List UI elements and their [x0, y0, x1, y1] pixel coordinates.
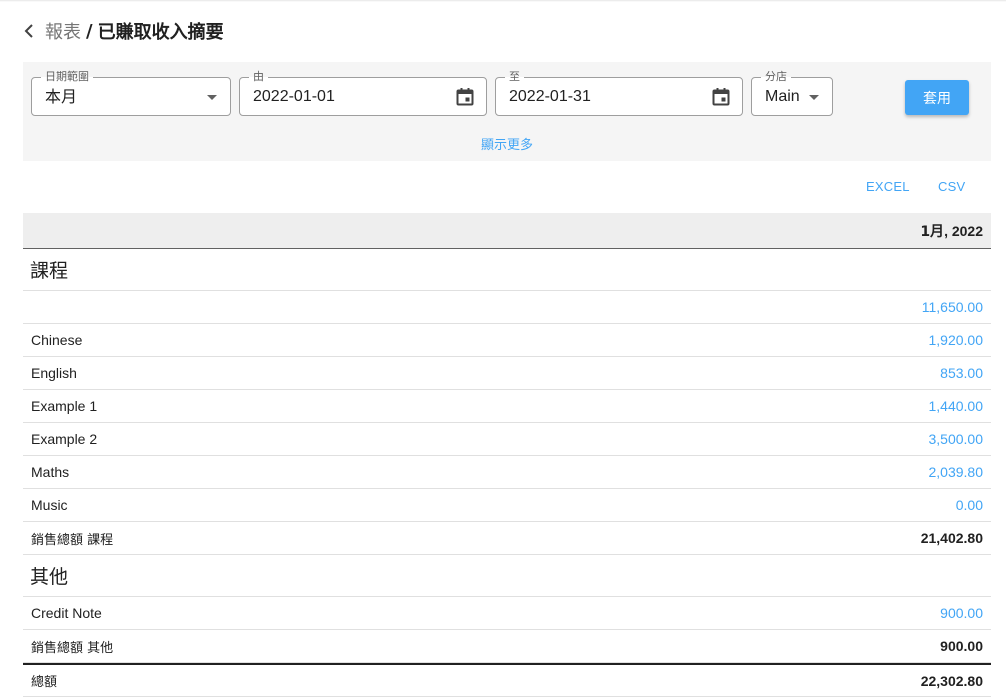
- from-date-value: 2022-01-01: [253, 88, 335, 105]
- date-range-value: 本月: [45, 87, 78, 106]
- table-row: English 853.00: [23, 357, 991, 390]
- to-date-field[interactable]: 至 2022-01-31: [495, 70, 743, 116]
- row-value-link[interactable]: 853.00: [940, 365, 983, 381]
- row-label: Maths: [31, 464, 70, 480]
- subtotal-row-courses: 銷售總額 課程 21,402.80: [23, 522, 991, 555]
- grand-total-value: 22,302.80: [920, 672, 983, 689]
- row-value-link[interactable]: 3,500.00: [929, 431, 984, 447]
- table-row: 11,650.00: [23, 291, 991, 324]
- date-range-label: 日期範圍: [41, 70, 93, 84]
- to-date-label: 至: [505, 70, 524, 84]
- row-label: Example 1: [31, 398, 98, 414]
- page-title: 已賺取收入摘要: [97, 22, 224, 43]
- column-header-month: 1月: [920, 223, 945, 240]
- table-row: Maths 2,039.80: [23, 456, 991, 489]
- table-row: Example 2 3,500.00: [23, 423, 991, 456]
- export-excel-button[interactable]: EXCEL: [866, 179, 910, 194]
- breadcrumb-parent-link[interactable]: 報表: [45, 18, 81, 44]
- breadcrumb-separator: /: [86, 20, 93, 42]
- date-range-select[interactable]: 日期範圍 本月: [31, 70, 231, 116]
- subtotal-row-other: 銷售總額 其他 900.00: [23, 630, 991, 663]
- to-date-value: 2022-01-31: [509, 88, 591, 105]
- grand-total-row: 總額 22,302.80: [23, 663, 991, 697]
- table-row: Example 1 1,440.00: [23, 390, 991, 423]
- calendar-icon[interactable]: [711, 87, 731, 107]
- branch-value: Main: [765, 88, 800, 105]
- top-shadow: [0, 0, 1006, 2]
- apply-button[interactable]: 套用: [905, 80, 969, 115]
- row-value-link[interactable]: 1,920.00: [929, 332, 984, 348]
- back-button[interactable]: [22, 21, 36, 41]
- row-value-link[interactable]: 2,039.80: [929, 464, 984, 480]
- row-label: Credit Note: [31, 605, 102, 621]
- subtotal-value: 900.00: [940, 638, 983, 654]
- row-value-link[interactable]: 900.00: [940, 605, 983, 621]
- table-row: Credit Note 900.00: [23, 597, 991, 630]
- caret-down-icon: [207, 95, 217, 100]
- row-value-link[interactable]: 0.00: [956, 497, 983, 513]
- section-title-other: 其他: [23, 555, 991, 597]
- column-header: 1月, 2022: [23, 213, 991, 249]
- from-date-field[interactable]: 由 2022-01-01: [239, 70, 487, 116]
- grand-total-label: 總額: [31, 675, 58, 690]
- row-label: English: [31, 365, 77, 381]
- export-csv-button[interactable]: CSV: [938, 179, 965, 194]
- show-more-link[interactable]: 顯示更多: [23, 134, 991, 153]
- subtotal-label: 銷售總額 課程: [31, 532, 114, 548]
- from-date-label: 由: [249, 70, 268, 84]
- subtotal-value: 21,402.80: [920, 530, 983, 546]
- section-title-courses: 課程: [23, 249, 991, 291]
- branch-select[interactable]: 分店 Main: [751, 70, 833, 116]
- earned-revenue-table: 1月, 2022 課程 11,650.00 Chinese 1,920.00 E…: [23, 213, 991, 697]
- breadcrumb: 報表 / 已賺取收入摘要: [22, 18, 224, 44]
- calendar-icon[interactable]: [455, 87, 475, 107]
- row-value-link[interactable]: 1,440.00: [929, 398, 984, 414]
- filter-panel: 日期範圍 本月 由 2022-01-01 至 2022-01-31 分店 Mai…: [23, 62, 991, 161]
- row-label: Music: [31, 497, 68, 513]
- column-header-year: , 2022: [944, 222, 983, 239]
- row-value-link[interactable]: 11,650.00: [922, 299, 983, 315]
- branch-label: 分店: [761, 70, 791, 84]
- row-label: Chinese: [31, 332, 83, 348]
- chevron-left-icon: [24, 24, 33, 38]
- caret-down-icon: [809, 95, 819, 100]
- row-label: Example 2: [31, 431, 98, 447]
- subtotal-label: 銷售總額 其他: [31, 640, 114, 656]
- table-row: Chinese 1,920.00: [23, 324, 991, 357]
- table-row: Music 0.00: [23, 489, 991, 522]
